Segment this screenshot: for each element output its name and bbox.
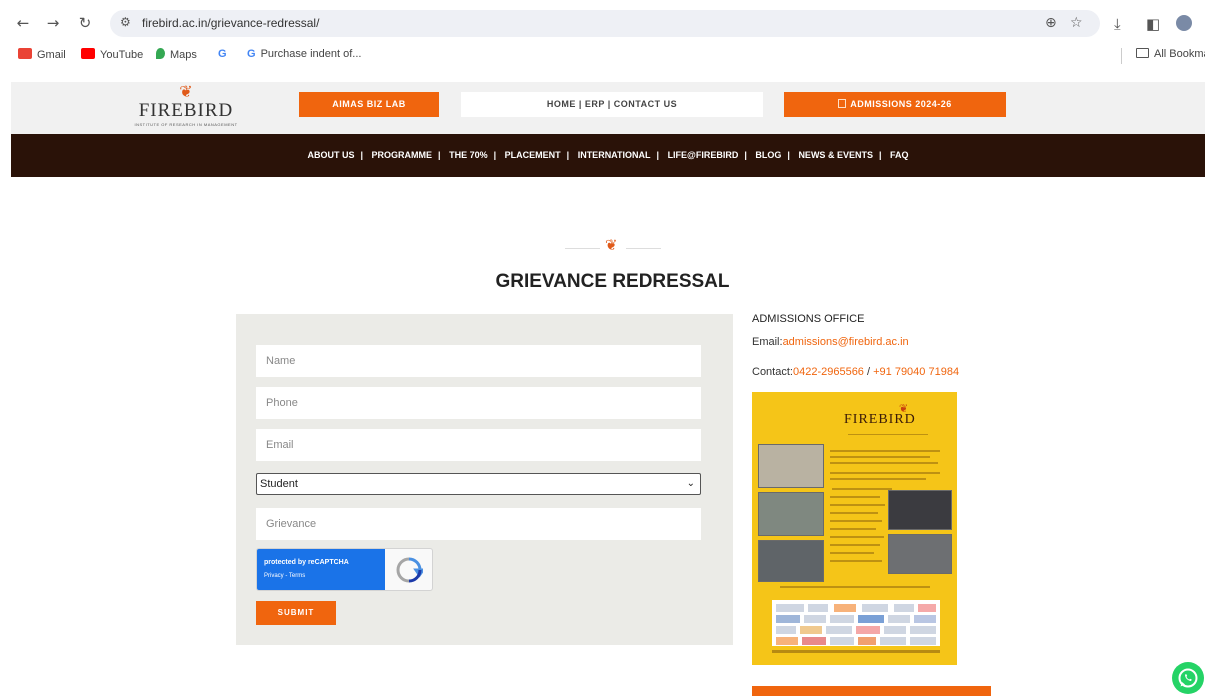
admissions-button[interactable]: ADMISSIONS 2024-26 bbox=[784, 92, 1006, 117]
leaf-icon: ❦ bbox=[179, 82, 193, 101]
gmail-icon bbox=[18, 48, 32, 59]
recruiter-logos bbox=[772, 600, 940, 646]
nav-news-events[interactable]: NEWS & EVENTS bbox=[798, 150, 873, 160]
google-icon: G bbox=[247, 48, 256, 60]
header-links[interactable]: HOME | ERP | CONTACT US bbox=[461, 92, 763, 117]
recaptcha-links[interactable]: Privacy - Terms bbox=[264, 573, 305, 579]
sidepanel-icon[interactable]: ◧ bbox=[1146, 15, 1160, 33]
nav-programme[interactable]: PROGRAMME bbox=[372, 150, 433, 160]
logo-text: FIREBIRD bbox=[138, 100, 234, 121]
poster-title: FIREBIRD bbox=[844, 412, 916, 427]
nav-the-70[interactable]: THE 70% bbox=[449, 150, 488, 160]
phone-link-1[interactable]: 0422-2965566 bbox=[793, 366, 864, 378]
admissions-heading: ADMISSIONS OFFICE bbox=[752, 313, 865, 325]
whatsapp-icon bbox=[1178, 668, 1198, 688]
bookmark-youtube[interactable]: YouTube bbox=[81, 48, 143, 61]
all-bookmarks[interactable]: All Bookma bbox=[1136, 48, 1205, 60]
category-selected-value: Student bbox=[260, 478, 298, 490]
nav-items: ABOUT US | PROGRAMME | THE 70% | PLACEMENT |… bbox=[307, 150, 909, 160]
bookmarks-bar: Gmail YouTube Maps G G Purchase indent of… bbox=[0, 44, 1205, 68]
bookmark-purchase-indent[interactable]: G Purchase indent of... bbox=[247, 48, 361, 60]
form-icon bbox=[838, 99, 847, 108]
folder-icon bbox=[1136, 48, 1149, 58]
nav-blog[interactable]: BLOG bbox=[755, 150, 781, 160]
bizlab-button[interactable]: AIMAS BIZ LAB bbox=[299, 92, 439, 117]
main-nav: ABOUT US | PROGRAMME | THE 70% | PLACEMENT |… bbox=[11, 134, 1205, 177]
recaptcha-widget[interactable]: protected by reCAPTCHA Privacy - Terms bbox=[256, 548, 433, 591]
admissions-contact: Contact:0422-2965566 / +91 79040 71984 bbox=[752, 366, 960, 378]
site-info-icon[interactable]: ⚙ bbox=[120, 15, 131, 29]
bookmark-google[interactable]: G bbox=[218, 48, 227, 60]
campus-photo bbox=[758, 444, 824, 488]
star-icon[interactable]: ☆ bbox=[1070, 15, 1083, 31]
zoom-icon[interactable]: ⊕ bbox=[1045, 15, 1057, 31]
category-select[interactable]: Student ⌄ bbox=[256, 473, 701, 495]
youtube-icon bbox=[81, 48, 95, 59]
bookmarks-divider bbox=[1121, 48, 1122, 64]
admissions-poster[interactable]: ❦ FIREBIRD bbox=[752, 392, 957, 665]
recaptcha-label: protected by reCAPTCHA bbox=[264, 559, 349, 566]
nav-placement[interactable]: PLACEMENT bbox=[505, 150, 561, 160]
name-input[interactable]: Name bbox=[256, 345, 701, 377]
recaptcha-logo-icon bbox=[396, 557, 423, 583]
reload-icon[interactable]: ↻ bbox=[76, 14, 94, 32]
event-photo bbox=[758, 540, 824, 582]
leaf-icon: ❦ bbox=[605, 236, 618, 254]
forward-arrow-icon[interactable]: → bbox=[44, 14, 62, 32]
bookmark-gmail[interactable]: Gmail bbox=[18, 48, 66, 61]
browser-chrome: ← → ↻ ⚙ firebird.ac.in/grievance-redress… bbox=[0, 0, 1205, 70]
classroom-photo bbox=[888, 490, 952, 530]
grievance-textarea[interactable]: Grievance bbox=[256, 508, 701, 540]
browser-toolbar: ← → ↻ ⚙ firebird.ac.in/grievance-redress… bbox=[0, 6, 1205, 40]
submit-button[interactable]: SUBMIT bbox=[256, 601, 336, 625]
nav-faq[interactable]: FAQ bbox=[890, 150, 909, 160]
url-text[interactable]: firebird.ac.in/grievance-redressal/ bbox=[142, 16, 319, 30]
bookmark-maps[interactable]: Maps bbox=[156, 48, 197, 61]
email-input[interactable]: Email bbox=[256, 429, 701, 461]
logo-subtitle: INSTITUTE OF RESEARCH IN MANAGEMENT bbox=[134, 122, 238, 127]
grievance-form: Name Phone Email Student ⌄ Grievance pro… bbox=[236, 314, 733, 645]
address-bar[interactable]: ⚙ firebird.ac.in/grievance-redressal/ ⊕ … bbox=[110, 10, 1100, 37]
maps-icon bbox=[156, 48, 165, 59]
profile-avatar[interactable] bbox=[1176, 15, 1192, 31]
phone-input[interactable]: Phone bbox=[256, 387, 701, 419]
site-header: ❦ FIREBIRD INSTITUTE OF RESEARCH IN MANA… bbox=[11, 82, 1205, 134]
download-icon[interactable]: ⤓ bbox=[1114, 15, 1121, 33]
whatsapp-button[interactable] bbox=[1172, 662, 1204, 694]
chevron-down-icon: ⌄ bbox=[686, 478, 695, 489]
nav-life-firebird[interactable]: LIFE@FIREBIRD bbox=[668, 150, 739, 160]
nav-about-us[interactable]: ABOUT US bbox=[307, 150, 354, 160]
page-title: GRIEVANCE REDRESSAL bbox=[495, 271, 730, 292]
admissions-email: Email:admissions@firebird.ac.in bbox=[752, 336, 909, 348]
seminar-photo bbox=[888, 534, 952, 574]
admissions-email-link[interactable]: admissions@firebird.ac.in bbox=[783, 336, 909, 348]
firebird-logo[interactable]: ❦ FIREBIRD INSTITUTE OF RESEARCH IN MANA… bbox=[126, 84, 246, 132]
phone-link-2[interactable]: +91 79040 71984 bbox=[873, 366, 959, 378]
back-arrow-icon[interactable]: ← bbox=[14, 14, 32, 32]
title-ornament: ❦ bbox=[565, 236, 661, 256]
students-photo bbox=[758, 492, 824, 536]
nav-international[interactable]: INTERNATIONAL bbox=[578, 150, 651, 160]
enquire-button[interactable] bbox=[752, 686, 991, 696]
